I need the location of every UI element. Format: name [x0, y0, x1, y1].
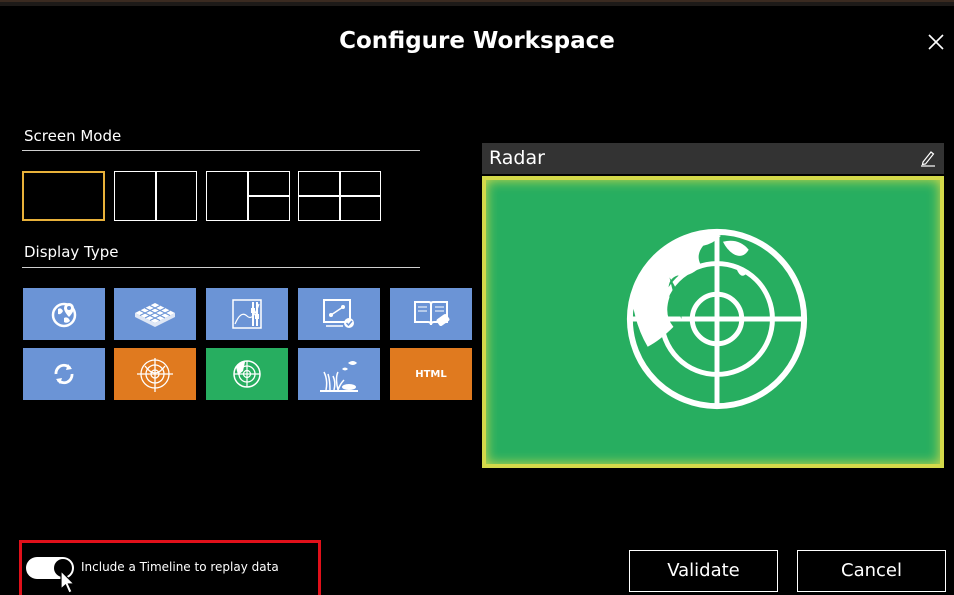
display-tile-sonar[interactable]: [114, 348, 196, 400]
screen-mode-label: Screen Mode: [24, 127, 122, 145]
map-globe-icon: [51, 302, 77, 328]
validate-button[interactable]: Validate: [629, 550, 778, 592]
preview-panel: [482, 176, 944, 468]
background-strip: [0, 0, 954, 6]
screen-mode-four-grid[interactable]: [298, 171, 381, 221]
display-type-label: Display Type: [24, 243, 119, 261]
presentation-board-icon: [323, 299, 354, 328]
refresh-cycle-icon: [54, 363, 74, 385]
chart-plotter-icon: [232, 299, 262, 329]
manual-book-icon: [414, 301, 450, 326]
display-tile-fishfinder[interactable]: [298, 348, 380, 400]
preview-header: Radar: [482, 143, 944, 174]
fish-finder-icon: [320, 361, 358, 392]
display-tile-map[interactable]: [23, 288, 105, 340]
3d-grid-icon: [135, 303, 175, 327]
display-tile-plotter[interactable]: [206, 288, 288, 340]
display-tile-board[interactable]: [298, 288, 380, 340]
screen-mode-single[interactable]: [22, 171, 105, 221]
sonar-target-icon: [137, 358, 173, 392]
html-icon: HTML: [415, 368, 447, 380]
cancel-button[interactable]: Cancel: [797, 550, 946, 592]
screen-mode-one-plus-two[interactable]: [206, 171, 290, 221]
display-type-divider: [22, 267, 420, 268]
radar-globe-icon: [233, 360, 261, 388]
pencil-icon[interactable]: [920, 149, 936, 167]
preview-title: Radar: [489, 147, 545, 169]
screen-mode-divider: [22, 150, 420, 151]
mouse-cursor-icon: [60, 570, 76, 594]
timeline-label: Include a Timeline to replay data: [81, 560, 279, 574]
display-tile-3d[interactable]: [114, 288, 196, 340]
radar-globe-icon: [626, 228, 808, 410]
dialog-title: Configure Workspace: [339, 28, 615, 54]
display-tile-refresh[interactable]: [23, 348, 105, 400]
display-tile-html[interactable]: HTML: [390, 348, 472, 400]
display-tile-radar[interactable]: [206, 348, 288, 400]
display-tile-manual[interactable]: [390, 288, 472, 340]
screen-mode-two-columns[interactable]: [114, 171, 197, 221]
close-icon[interactable]: [926, 32, 946, 52]
